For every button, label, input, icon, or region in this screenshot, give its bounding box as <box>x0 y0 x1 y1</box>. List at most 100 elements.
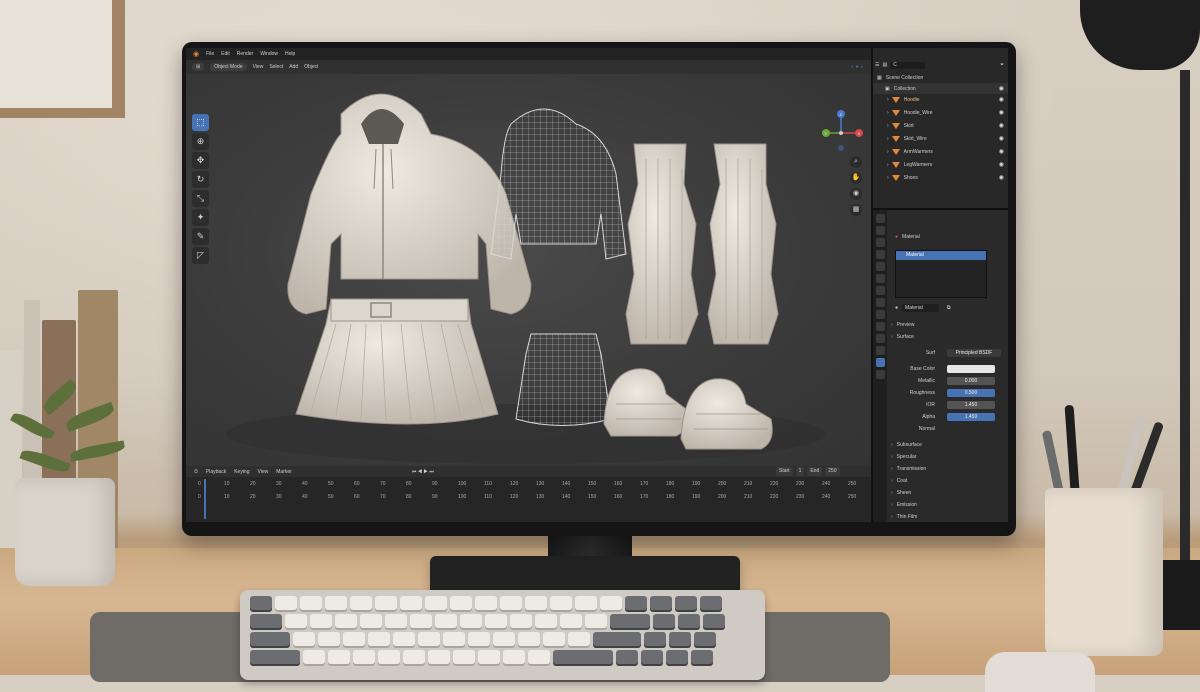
panel-thin-film[interactable]: Thin Film <box>891 512 1007 522</box>
surface-shader-dropdown[interactable]: Principled BSDF <box>947 349 1001 357</box>
world-tab-icon[interactable] <box>875 274 885 283</box>
scale-tool-icon[interactable]: ⤡ <box>192 190 209 207</box>
add-menu[interactable]: Add <box>289 64 298 70</box>
expand-arrow-icon[interactable]: › <box>887 123 889 129</box>
panel-preview[interactable]: Preview <box>891 320 1007 330</box>
collection-row[interactable]: ▣ Collection ◉ <box>873 83 1008 94</box>
outliner-item-shoes[interactable]: › Shoes ◉ <box>873 172 1008 183</box>
mode-dropdown[interactable]: Object Mode <box>210 63 247 71</box>
rotate-tool-icon[interactable]: ↻ <box>192 171 209 188</box>
scene-collection-row[interactable]: ▦ Scene Collection <box>873 72 1008 83</box>
panel-coat[interactable]: Coat <box>891 476 1007 486</box>
blender-logo-icon[interactable]: ◉ <box>193 50 199 58</box>
duplicate-material-icon[interactable]: ⧉ <box>947 305 951 311</box>
pan-hand-icon[interactable]: ✋ <box>850 172 862 184</box>
navigation-gizmo[interactable]: Z X Y <box>816 108 866 158</box>
view-menu[interactable]: View <box>253 64 264 70</box>
panel-specular[interactable]: Specular <box>891 452 1007 462</box>
visibility-eye-icon[interactable]: ◉ <box>999 148 1004 155</box>
3d-viewport[interactable]: ⬚ ⊕ ✥ ↻ ⤡ ✦ ✎ ◸ Z X Y ⌕ ✋ ◉ ▦ <box>186 74 871 466</box>
visibility-eye-icon[interactable]: ◉ <box>999 161 1004 168</box>
transform-tool-icon[interactable]: ✦ <box>192 209 209 226</box>
material-slot-item[interactable]: Material <box>896 251 986 260</box>
panel-sheen[interactable]: Sheen <box>891 488 1007 498</box>
outliner-search-input[interactable]: C <box>890 61 926 69</box>
view-layer-tab-icon[interactable] <box>875 250 885 259</box>
skirt-model <box>295 298 499 425</box>
start-frame-field[interactable]: 1 <box>795 467 805 476</box>
object-menu[interactable]: Object <box>304 64 318 70</box>
menu-edit[interactable]: Edit <box>221 51 230 57</box>
material-name-field[interactable]: Material <box>902 304 939 312</box>
filter-icon[interactable]: ⏷ <box>1000 62 1004 68</box>
modifier-tab-icon[interactable] <box>875 298 885 307</box>
camera-icon[interactable]: ◉ <box>850 188 862 200</box>
data-tab-icon[interactable] <box>875 346 885 355</box>
timeline-keying-menu[interactable]: Keying <box>234 469 249 475</box>
material-browse-icon[interactable]: ● <box>895 305 898 311</box>
menu-help[interactable]: Help <box>285 51 295 57</box>
visibility-eye-icon[interactable]: ◉ <box>999 122 1004 129</box>
select-box-tool-icon[interactable]: ⬚ <box>192 114 209 131</box>
render-tab-icon[interactable] <box>875 226 885 235</box>
texture-tab-icon[interactable] <box>875 370 885 379</box>
ior-field[interactable]: 1.450 <box>947 401 995 409</box>
annotate-tool-icon[interactable]: ✎ <box>192 228 209 245</box>
editor-type-icon[interactable]: ⊞ <box>192 63 205 71</box>
panel-emission[interactable]: Emission <box>891 500 1007 510</box>
visibility-eye-icon[interactable]: ◉ <box>999 174 1004 181</box>
cursor-tool-icon[interactable]: ⊕ <box>192 133 209 150</box>
menu-window[interactable]: Window <box>260 51 278 57</box>
base-color-swatch[interactable] <box>947 365 995 373</box>
visibility-eye-icon[interactable]: ◉ <box>999 96 1004 103</box>
expand-arrow-icon[interactable]: › <box>887 97 889 103</box>
material-tab-icon[interactable] <box>875 358 885 367</box>
playback-controls[interactable]: ⏮ ◀ ▶ ⏭ <box>412 469 434 475</box>
select-menu[interactable]: Select <box>269 64 283 70</box>
expand-arrow-icon[interactable]: › <box>887 136 889 142</box>
visibility-eye-icon[interactable]: ◉ <box>999 85 1004 92</box>
outliner-item-skirt[interactable]: › Skirt ◉ <box>873 120 1008 131</box>
output-tab-icon[interactable] <box>875 238 885 247</box>
physics-tab-icon[interactable] <box>875 322 885 331</box>
visibility-eye-icon[interactable]: ◉ <box>999 135 1004 142</box>
constraints-tab-icon[interactable] <box>875 334 885 343</box>
scene-tab-icon[interactable] <box>875 262 885 271</box>
menu-file[interactable]: File <box>206 51 214 57</box>
material-slot-list[interactable]: Material <box>895 250 987 298</box>
outliner-item-armwarmers[interactable]: › ArmWarmers ◉ <box>873 146 1008 157</box>
panel-subsurface[interactable]: Subsurface <box>891 440 1007 450</box>
timeline-editor-icon[interactable]: ⏱ <box>194 469 198 475</box>
roughness-slider[interactable]: 0.500 <box>947 389 995 397</box>
visibility-eye-icon[interactable]: ◉ <box>999 109 1004 116</box>
timeline-playback-menu[interactable]: Playback <box>206 469 226 475</box>
outliner-item-hoodie-wire[interactable]: › Hoodie_Wire ◉ <box>873 107 1008 118</box>
outliner-item-hoodie[interactable]: › Hoodie ◉ <box>873 94 1008 105</box>
display-mode-icon[interactable]: ▤ <box>882 62 887 68</box>
menu-render[interactable]: Render <box>237 51 253 57</box>
move-tool-icon[interactable]: ✥ <box>192 152 209 169</box>
measure-tool-icon[interactable]: ◸ <box>192 247 209 264</box>
normal-input[interactable] <box>947 425 995 433</box>
ortho-grid-icon[interactable]: ▦ <box>850 204 862 216</box>
zoom-icon[interactable]: ⌕ <box>850 156 862 168</box>
expand-arrow-icon[interactable]: › <box>887 110 889 116</box>
alpha-slider[interactable]: 1.450 <box>947 413 995 421</box>
metallic-slider[interactable]: 0.000 <box>947 377 995 385</box>
outliner-item-legwarmers[interactable]: › LegWarmers ◉ <box>873 159 1008 170</box>
expand-arrow-icon[interactable]: › <box>887 162 889 168</box>
mesh-object-icon <box>891 174 900 181</box>
object-tab-icon[interactable] <box>875 286 885 295</box>
expand-arrow-icon[interactable]: › <box>887 175 889 181</box>
outliner-item-skirt-wire[interactable]: › Skirt_Wire ◉ <box>873 133 1008 144</box>
outliner-editor-icon[interactable]: ☰ <box>875 62 879 68</box>
expand-arrow-icon[interactable]: › <box>887 149 889 155</box>
tool-tab-icon[interactable] <box>875 214 885 223</box>
timeline-marker-menu[interactable]: Marker <box>276 469 292 475</box>
panel-transmission[interactable]: Transmission <box>891 464 1007 474</box>
shading-buttons[interactable]: ◐ ● ◑ <box>851 64 863 70</box>
end-frame-field[interactable]: 250 <box>825 467 840 476</box>
particles-tab-icon[interactable] <box>875 310 885 319</box>
panel-surface[interactable]: Surface <box>891 332 1007 342</box>
timeline-view-menu[interactable]: View <box>258 469 269 475</box>
